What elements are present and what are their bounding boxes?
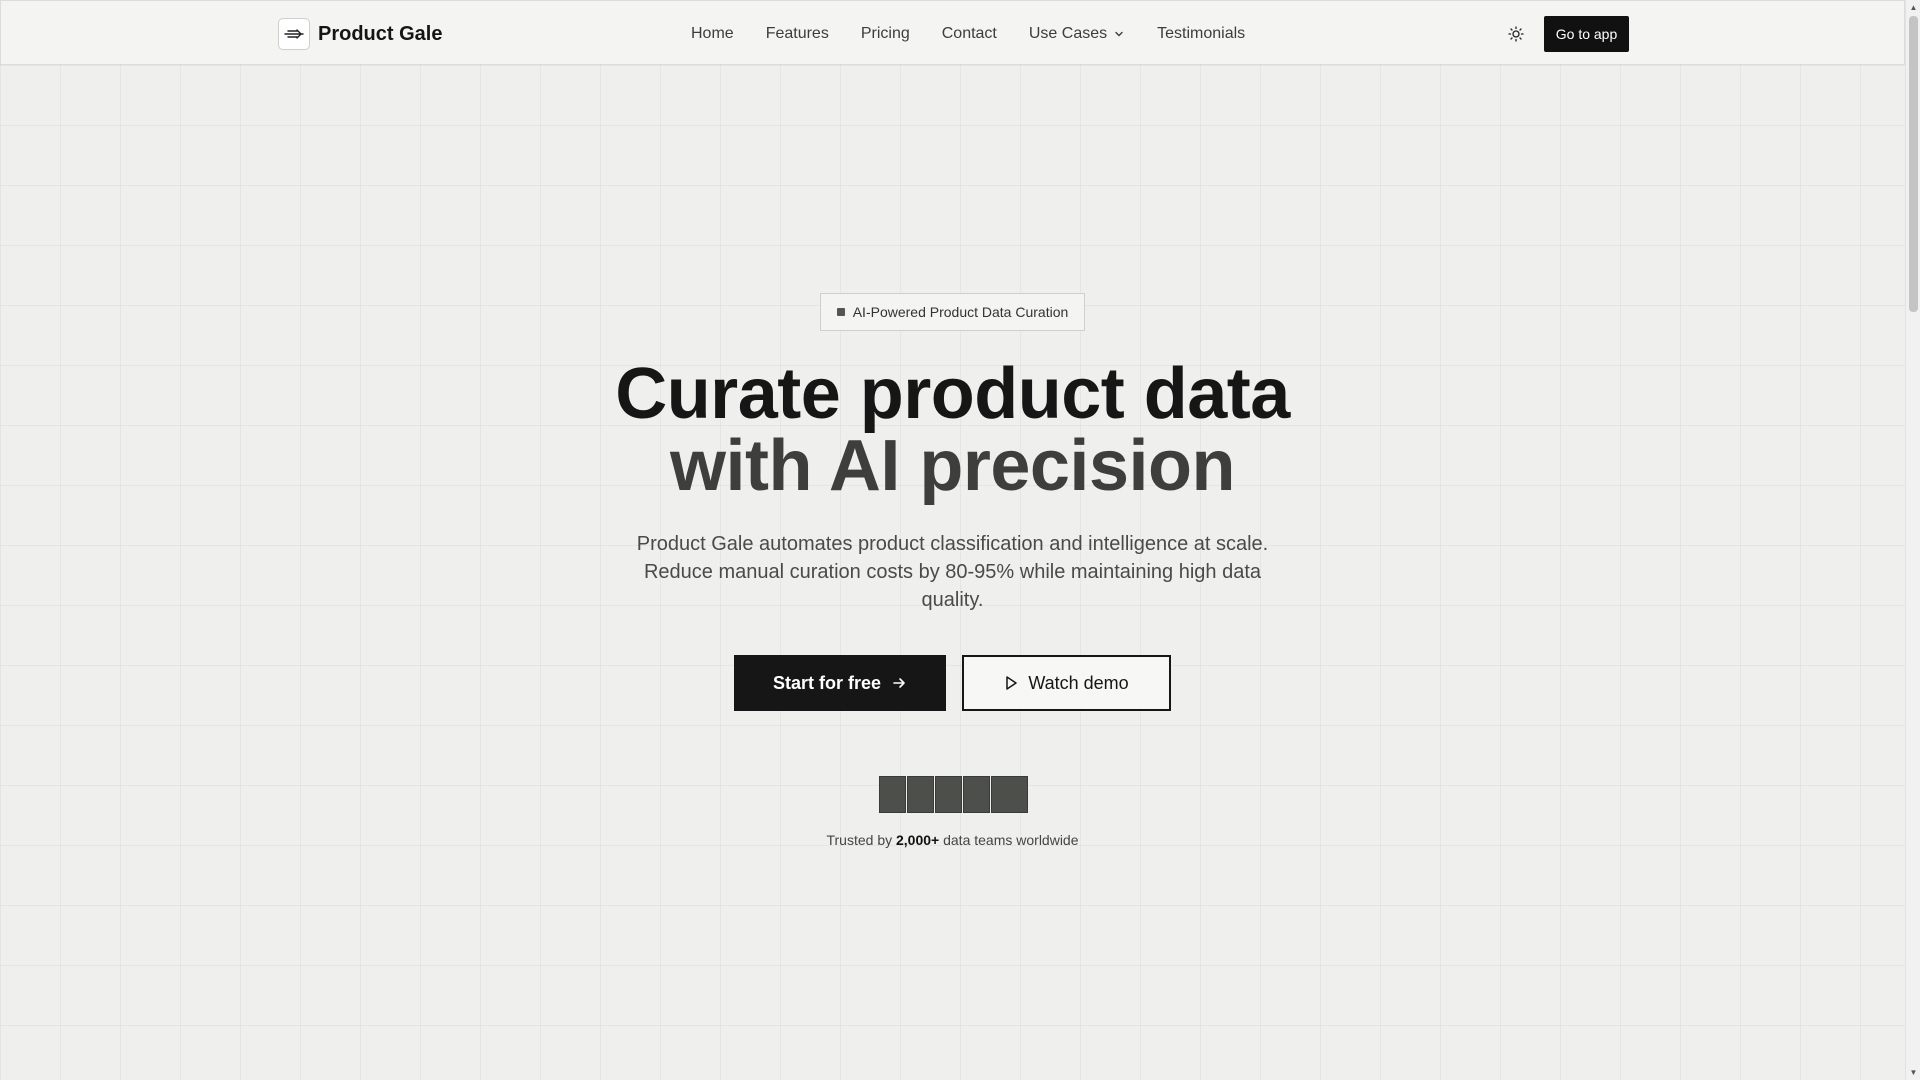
top-navbar: Product Gale Home Features Pricing Conta… xyxy=(0,0,1905,65)
avatar-stack xyxy=(879,776,1028,813)
avatar xyxy=(935,776,962,813)
nav-contact[interactable]: Contact xyxy=(942,25,997,43)
go-to-app-button[interactable]: Go to app xyxy=(1544,16,1629,52)
logo-icon xyxy=(278,18,310,50)
play-icon xyxy=(1006,676,1018,690)
scroll-up-icon[interactable]: ▲ xyxy=(1909,3,1918,12)
nav-use-cases-label: Use Cases xyxy=(1028,24,1108,42)
hero-subtext: Product Gale automates product classific… xyxy=(636,533,1269,611)
start-for-free-button[interactable]: Start for free xyxy=(734,655,946,711)
badge-text: AI-Powered Product Data Curation xyxy=(852,304,1069,320)
nav-features[interactable]: Features xyxy=(766,25,829,43)
avatar xyxy=(879,776,906,813)
trusted-suffix: data teams worldwide xyxy=(939,832,1079,848)
avatar xyxy=(991,776,1028,813)
nav-home[interactable]: Home xyxy=(691,25,734,43)
vertical-scrollbar[interactable]: ▲ ▼ xyxy=(1905,0,1920,1080)
scroll-down-icon[interactable]: ▼ xyxy=(1909,1068,1918,1077)
chevron-down-icon xyxy=(1115,31,1123,36)
nav-pricing[interactable]: Pricing xyxy=(861,25,910,43)
main-nav: Home Features Pricing Contact Use Cases … xyxy=(691,1,1245,66)
brand-link[interactable]: Product Gale xyxy=(278,18,442,50)
scroll-thumb[interactable] xyxy=(1909,16,1918,312)
watch-demo-button[interactable]: Watch demo xyxy=(962,655,1171,711)
nav-use-cases[interactable]: Use Cases xyxy=(1029,25,1125,43)
brand-name: Product Gale xyxy=(318,22,443,45)
theme-toggle-button[interactable] xyxy=(1505,23,1527,45)
nav-testimonials[interactable]: Testimonials xyxy=(1157,25,1245,43)
hero-badge: AI-Powered Product Data Curation xyxy=(820,293,1085,331)
headline-line-2: with AI precision xyxy=(670,426,1235,506)
start-for-free-label: Start for free xyxy=(772,672,882,693)
badge-square-icon xyxy=(836,308,845,316)
trusted-count: 2,000+ xyxy=(896,832,940,848)
page: Product Gale Home Features Pricing Conta… xyxy=(0,0,1905,1080)
trusted-prefix: Trusted by xyxy=(826,832,896,848)
sun-icon xyxy=(1508,26,1524,42)
avatar xyxy=(907,776,934,813)
arrow-right-icon xyxy=(893,678,905,688)
trusted-by-text: Trusted by 2,000+ data teams worldwide xyxy=(760,832,1145,848)
headline-line-1: Curate product data xyxy=(615,354,1290,434)
watch-demo-label: Watch demo xyxy=(1028,672,1129,693)
hero-headline: Curate product data with AI precision xyxy=(460,358,1445,502)
avatar xyxy=(963,776,990,813)
